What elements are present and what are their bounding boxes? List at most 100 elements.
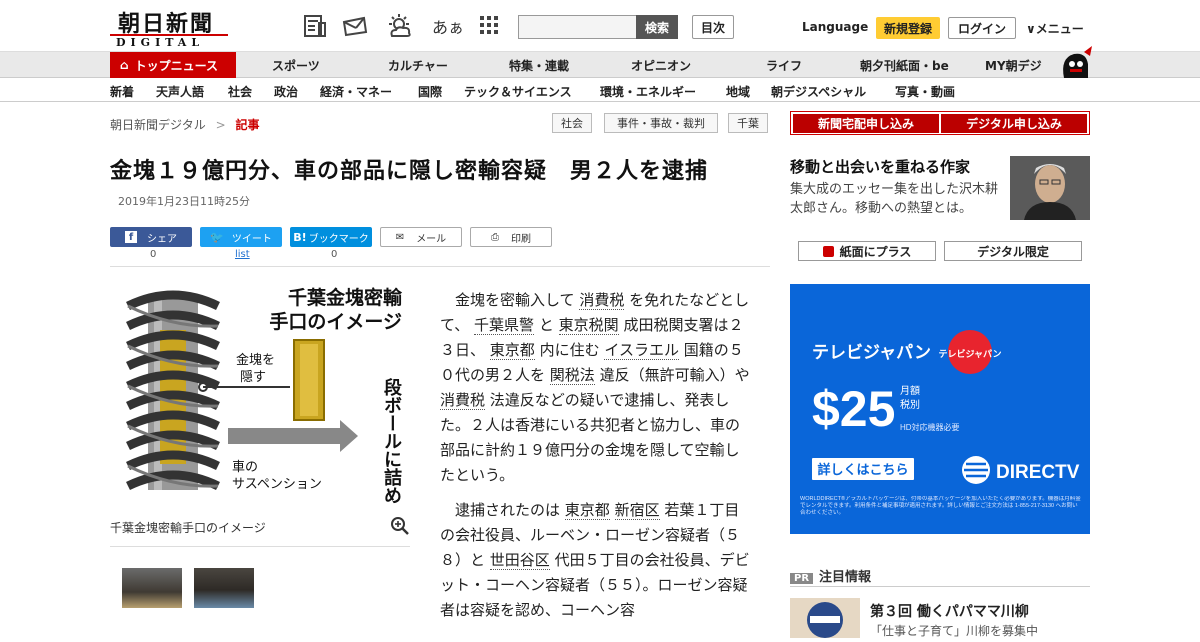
search-button[interactable]: 検索 xyxy=(636,15,678,39)
nav-top-news-label: トップニュース xyxy=(134,58,218,73)
keyword-link[interactable]: 東京都 xyxy=(489,341,535,360)
mail-share-button[interactable]: ✉ メール xyxy=(380,227,462,247)
photo-thumbnail[interactable] xyxy=(122,568,182,608)
pr-subtitle[interactable]: 「仕事と子育て」川柳を募集中 xyxy=(870,622,1038,639)
nav-top-news[interactable]: ⌂ トップニュース xyxy=(110,52,236,78)
figure-side-label: 段ボールに詰めて運搬か xyxy=(382,377,402,505)
tag-chiba[interactable]: 千葉 xyxy=(728,113,768,133)
login-button[interactable]: ログイン xyxy=(948,17,1016,39)
logo-sub: DIGITAL xyxy=(116,36,205,49)
keyword-link[interactable]: 消費税 xyxy=(579,291,625,310)
feature-title[interactable]: 移動と出会いを重ねる作家 xyxy=(790,156,970,177)
home-icon: ⌂ xyxy=(120,58,129,72)
paper-plus-label: 紙面にプラス xyxy=(839,244,912,259)
keyword-link[interactable]: 東京都 xyxy=(564,501,610,520)
figure-illustration: 千葉金塊密輸 手口のイメージ 金塊を 隠す 車の サスペンション 段ボールに詰め… xyxy=(110,280,410,576)
search-input[interactable] xyxy=(518,15,638,39)
ad-cta[interactable]: 詳しくはこちら xyxy=(817,462,908,477)
advertisement[interactable]: テレビジャパン テレビジャパン $25 月額 税別 HD対応機器必要 詳しくはこ… xyxy=(790,284,1090,534)
nav-culture[interactable]: カルチャー xyxy=(388,57,448,74)
figure-gold-label: 金塊を xyxy=(236,352,275,367)
printer-icon: ⎙ xyxy=(491,231,499,243)
zoom-icon[interactable] xyxy=(390,516,410,536)
text: 逮捕されたのは xyxy=(455,501,561,519)
mail-share-label: メール xyxy=(416,233,447,245)
nav-opinion[interactable]: オピニオン xyxy=(631,57,691,74)
ad-brand: テレビジャパン xyxy=(812,343,931,362)
twitter-share-button[interactable]: 🐦 ツイート xyxy=(200,227,282,247)
subnav-photo[interactable]: 写真・動画 xyxy=(895,83,955,100)
mascot-icon[interactable] xyxy=(1058,44,1094,82)
ad-tax: 税別 xyxy=(900,398,920,411)
divider xyxy=(110,266,770,267)
text: 法違反などの疑いで逮捕し、発表した。２人は香港にいる共犯者と協力し、車の部品に計… xyxy=(440,391,741,484)
mail-icon[interactable] xyxy=(342,14,368,38)
paper-plus-button[interactable]: 紙面にプラス xyxy=(798,241,936,261)
nav-paper[interactable]: 朝夕刊紙面・be xyxy=(860,57,949,74)
article-paragraph: 金塊を密輸入して 消費税 を免れたなどとして、 千葉県警 と 東京税関 成田税関… xyxy=(440,288,750,488)
menu-button[interactable]: ∨メニュー xyxy=(1026,20,1084,37)
pr-thumbnail[interactable] xyxy=(790,598,860,638)
keyword-link[interactable]: 東京税関 xyxy=(558,316,619,335)
keyword-link[interactable]: イスラエル xyxy=(604,341,679,360)
subscribe-paper-button[interactable]: 新聞宅配申し込み xyxy=(793,114,939,133)
feature-text[interactable]: 集大成のエッセー集を出した沢木耕太郎さん。移動への熱望とは。 xyxy=(790,180,1002,218)
subnav-new[interactable]: 新着 xyxy=(110,83,134,100)
subnav-environment[interactable]: 環境・エネルギー xyxy=(600,83,696,100)
facebook-share-button[interactable]: f シェア xyxy=(110,227,192,247)
text: 内に住む xyxy=(539,341,600,359)
subnav-tensei[interactable]: 天声人語 xyxy=(156,83,204,100)
subnav-society[interactable]: 社会 xyxy=(228,83,252,100)
photo-thumbnail[interactable] xyxy=(194,568,254,608)
breadcrumb: 朝日新聞デジタル > 記事 xyxy=(110,116,260,133)
site-header: 朝日新聞 DIGITAL あぁ 検索 目次 Language 新規登録 ログイン… xyxy=(0,0,1200,52)
hatena-bookmark-button[interactable]: B! ブックマーク xyxy=(290,227,372,247)
facebook-icon: f xyxy=(125,231,137,243)
toc-button[interactable]: 目次 xyxy=(692,15,734,39)
main-nav: ⌂ トップニュース スポーツ カルチャー 特集・連載 オピニオン ライフ 朝夕刊紙… xyxy=(0,46,1200,78)
print-button[interactable]: ⎙ 印刷 xyxy=(470,227,552,247)
nav-features[interactable]: 特集・連載 xyxy=(509,57,569,74)
divider xyxy=(110,546,410,547)
subnav-tech[interactable]: テック＆サイエンス xyxy=(464,83,572,100)
subnav-international[interactable]: 国際 xyxy=(418,83,442,100)
signup-button[interactable]: 新規登録 xyxy=(876,17,940,39)
subscribe-bar: 新聞宅配申し込み デジタル申し込み xyxy=(790,111,1090,135)
article-date: 2019年1月23日11時25分 xyxy=(118,195,250,208)
subnav-politics[interactable]: 政治 xyxy=(274,83,298,100)
subnav-economy[interactable]: 経済・マネー xyxy=(320,83,392,100)
keyword-link[interactable]: 関税法 xyxy=(549,366,595,385)
keyword-link[interactable]: 新宿区 xyxy=(614,501,660,520)
keyword-link[interactable]: 消費税 xyxy=(440,391,486,410)
article-paragraph: 逮捕されたのは 東京都 新宿区 若葉１丁目の会社役員、ルーベン・ローゼン容疑者（… xyxy=(440,498,750,623)
article-figure[interactable]: 千葉金塊密輸 手口のイメージ 金塊を 隠す 車の サスペンション 段ボールに詰め… xyxy=(110,280,410,576)
tag-incidents[interactable]: 事件・事故・裁判 xyxy=(604,113,718,133)
paper-plus-icon xyxy=(822,245,834,257)
twitter-share-label: ツイート xyxy=(231,233,272,245)
newspaper-icon[interactable] xyxy=(302,14,328,38)
article-title: 金塊１９億円分、車の部品に隠し密輸容疑 男２人を逮捕 xyxy=(110,159,709,184)
site-logo[interactable]: 朝日新聞 DIGITAL xyxy=(110,6,228,49)
language-link[interactable]: Language xyxy=(802,20,868,34)
nav-life[interactable]: ライフ xyxy=(766,57,802,74)
twitter-list-link[interactable]: list xyxy=(235,249,250,260)
subnav-region[interactable]: 地域 xyxy=(726,83,750,100)
subscribe-digital-button[interactable]: デジタル申し込み xyxy=(941,114,1087,133)
tag-society[interactable]: 社会 xyxy=(552,113,592,133)
ad-logo-text: テレビジャパン xyxy=(938,348,1001,359)
subnav-special[interactable]: 朝デジスペシャル xyxy=(771,83,866,100)
font-size-icon[interactable]: あぁ xyxy=(432,14,464,38)
breadcrumb-home[interactable]: 朝日新聞デジタル xyxy=(110,118,206,132)
grid-menu-icon[interactable] xyxy=(478,14,504,38)
digital-only-button[interactable]: デジタル限定 xyxy=(944,241,1082,261)
weather-icon[interactable] xyxy=(386,14,412,38)
keyword-link[interactable]: 千葉県警 xyxy=(474,316,535,335)
feature-photo[interactable] xyxy=(1010,156,1090,220)
pr-title[interactable]: 第３回 働くパパママ川柳 xyxy=(870,601,1029,621)
print-label: 印刷 xyxy=(511,233,531,245)
nav-my[interactable]: MY朝デジ xyxy=(985,57,1042,74)
text: と xyxy=(538,316,554,334)
figure-car-label-1: 車の xyxy=(232,459,258,474)
keyword-link[interactable]: 世田谷区 xyxy=(489,551,550,570)
nav-sports[interactable]: スポーツ xyxy=(272,57,320,74)
